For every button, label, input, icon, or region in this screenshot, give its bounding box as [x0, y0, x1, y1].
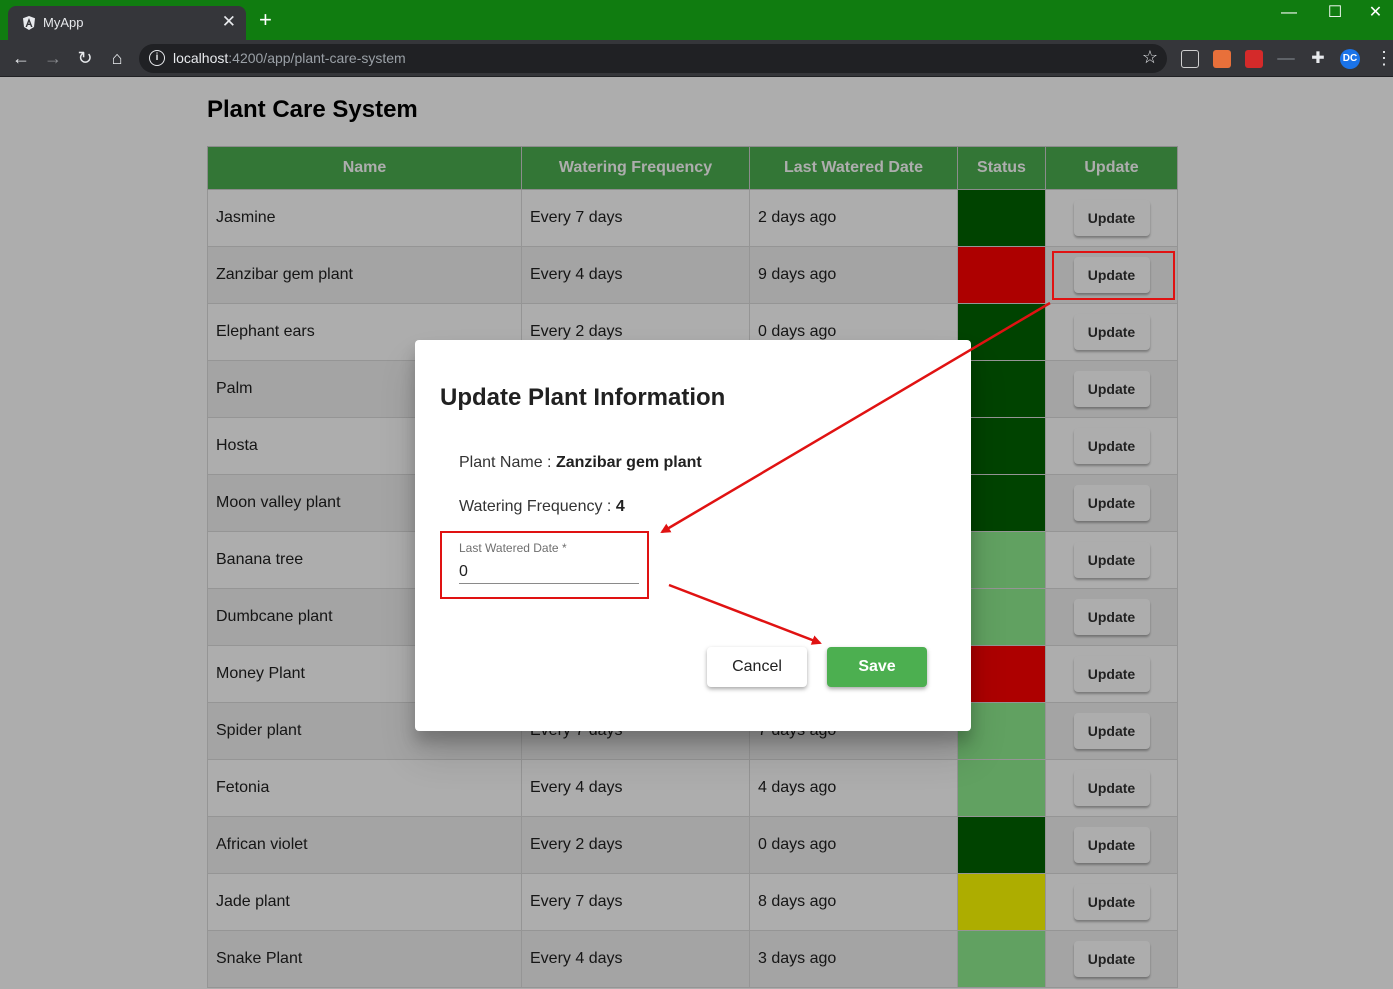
home-icon[interactable]: ⌂: [105, 46, 129, 70]
puzzle-icon[interactable]: ✚: [1309, 50, 1327, 68]
dialog-title: Update Plant Information: [440, 384, 726, 411]
watering-frequency-line: Watering Frequency : 4: [459, 498, 625, 516]
site-info-icon[interactable]: i: [149, 50, 165, 66]
bookmark-star-icon[interactable]: ☆: [1142, 47, 1158, 68]
maximize-icon[interactable]: ☐: [1312, 2, 1358, 24]
browser-tab[interactable]: MyApp ✕: [8, 6, 246, 40]
cancel-button[interactable]: Cancel: [707, 647, 807, 687]
back-arrow-icon[interactable]: ←: [9, 46, 33, 70]
minimize-icon[interactable]: —: [1266, 2, 1312, 24]
browser-title-bar: MyApp ✕ + — ☐ ✕: [0, 0, 1393, 40]
extension-gray-icon[interactable]: [1277, 58, 1295, 60]
url-text[interactable]: localhost:4200/app/plant-care-system: [173, 50, 406, 66]
browser-toolbar: ← → ↻ ⌂ i localhost:4200/app/plant-care-…: [0, 40, 1393, 77]
annotation-box-date-field: [440, 531, 649, 599]
address-bar[interactable]: i localhost:4200/app/plant-care-system ☆: [139, 44, 1167, 73]
annotation-box-update-button: [1052, 251, 1175, 300]
tab-close-icon[interactable]: ✕: [222, 12, 236, 32]
watering-frequency-value: 4: [615, 498, 625, 515]
watering-frequency-label: Watering Frequency :: [459, 498, 616, 515]
save-button[interactable]: Save: [827, 647, 927, 687]
angular-devtools-icon[interactable]: [1181, 50, 1199, 68]
plant-name-line: Plant Name : Zanzibar gem plant: [459, 454, 702, 472]
menu-kebab-icon[interactable]: ⋮: [1375, 47, 1393, 69]
forward-arrow-icon[interactable]: →: [41, 46, 65, 70]
angular-logo-icon: [23, 16, 35, 30]
extension-orange-icon[interactable]: [1213, 50, 1231, 68]
tab-title: MyApp: [43, 15, 84, 30]
profile-avatar-icon[interactable]: DC: [1340, 49, 1360, 69]
plant-name-label: Plant Name :: [459, 454, 556, 471]
new-tab-icon[interactable]: +: [259, 8, 272, 32]
reload-icon[interactable]: ↻: [73, 46, 97, 70]
plant-name-value: Zanzibar gem plant: [555, 454, 702, 471]
window-close-icon[interactable]: ✕: [1358, 2, 1393, 24]
extension-red-icon[interactable]: [1245, 50, 1263, 68]
